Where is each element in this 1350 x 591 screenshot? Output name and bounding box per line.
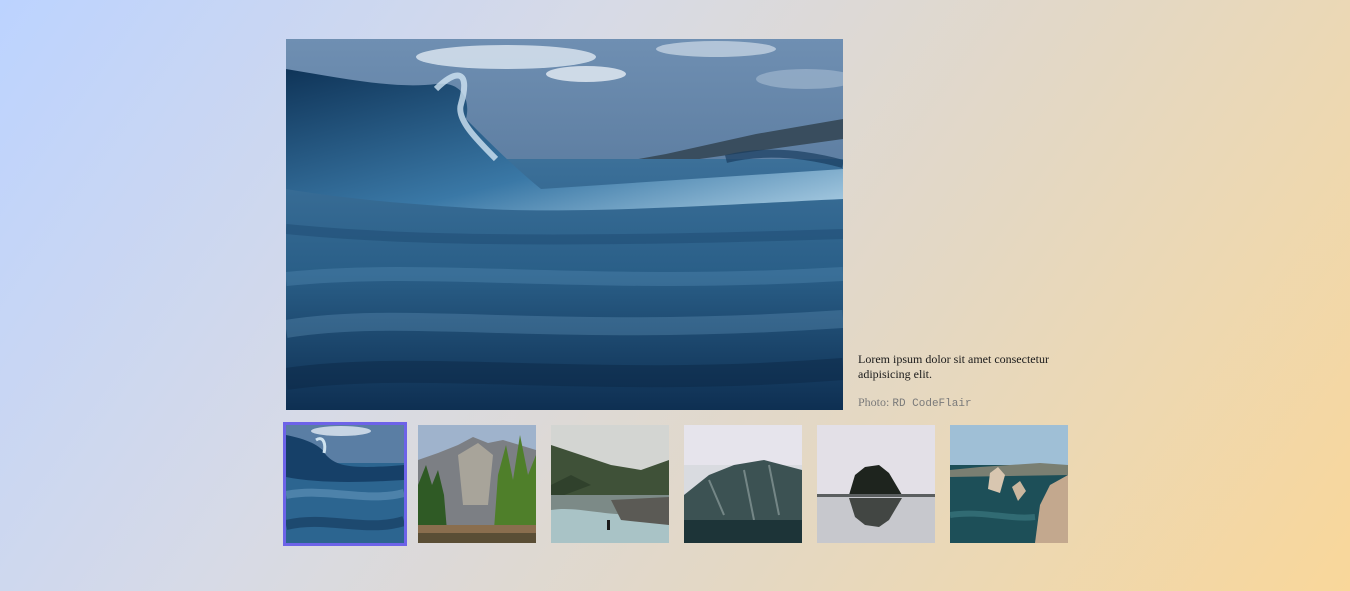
ocean-wave-photo-icon xyxy=(286,425,404,543)
misty-mountain-photo-icon xyxy=(684,425,802,543)
river-valley-photo-icon xyxy=(551,425,669,543)
photo-credit: Photo: RD CodeFlair xyxy=(858,395,972,411)
ocean-wave-photo-icon xyxy=(286,39,843,410)
sea-rock-photo-icon xyxy=(817,425,935,543)
forest-cliffs-photo-icon xyxy=(418,425,536,543)
photo-caption: Lorem ipsum dolor sit amet consectetur a… xyxy=(858,352,1049,381)
main-photo xyxy=(286,39,843,410)
thumbnail-2[interactable] xyxy=(418,425,536,543)
coastal-cliffs-photo-icon xyxy=(950,425,1068,543)
thumbnail-5[interactable] xyxy=(817,425,935,543)
thumbnail-1[interactable] xyxy=(283,422,407,546)
thumbnail-4[interactable] xyxy=(684,425,802,543)
thumbnail-6[interactable] xyxy=(950,425,1068,543)
credit-author: RD CodeFlair xyxy=(892,398,972,410)
credit-prefix: Photo: xyxy=(858,395,890,409)
thumbnail-3[interactable] xyxy=(551,425,669,543)
